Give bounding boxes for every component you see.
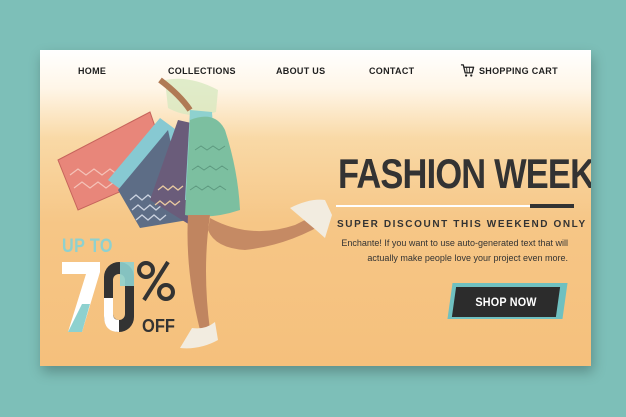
title-divider-accent xyxy=(530,204,574,208)
shop-now-label: SHOP NOW xyxy=(475,295,537,309)
digit-seven xyxy=(62,262,100,332)
hero-description: Enchante! If you want to use auto-genera… xyxy=(341,238,568,263)
nav-about-link[interactable]: ABOUT US xyxy=(276,66,325,76)
top-navigation: HOME COLLECTIONS ABOUT US CONTACT SHOPPI… xyxy=(40,50,591,94)
landing-page-card: HOME COLLECTIONS ABOUT US CONTACT SHOPPI… xyxy=(40,50,591,366)
nav-contact-link[interactable]: CONTACT xyxy=(369,66,414,76)
shopping-cart-icon xyxy=(460,64,475,77)
promo-up-to: UP TO xyxy=(62,236,113,257)
digit-zero xyxy=(104,262,134,332)
nav-collections-link[interactable]: COLLECTIONS xyxy=(168,66,236,76)
percent-sign xyxy=(137,260,175,302)
promo-off: OFF xyxy=(142,316,175,336)
nav-shopping-cart-link[interactable]: SHOPPING CART xyxy=(460,63,558,78)
shop-now-button[interactable]: SHOP NOW xyxy=(451,287,561,317)
hero-title: FASHION WEEK xyxy=(338,150,591,197)
cart-label: SHOPPING CART xyxy=(479,65,558,76)
promo-discount-graphic: OFF xyxy=(62,260,175,336)
nav-home-link[interactable]: HOME xyxy=(78,66,106,76)
hero-subtitle: SUPER DISCOUNT THIS WEEKEND ONLY xyxy=(337,219,587,230)
